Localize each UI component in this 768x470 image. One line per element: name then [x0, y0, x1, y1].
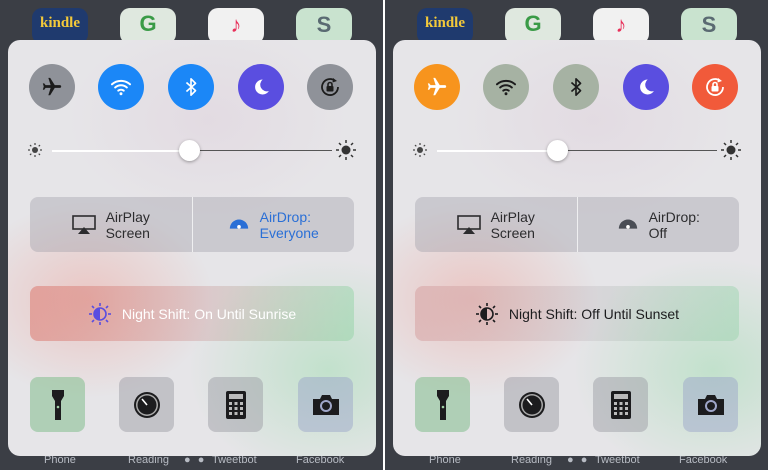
- slides-app-icon: S: [296, 8, 352, 44]
- kindle-app-icon: kindle: [417, 8, 473, 44]
- airplay-icon: [71, 214, 96, 234]
- airplay-label: AirPlay Screen: [490, 208, 535, 241]
- timer-icon: [133, 391, 160, 418]
- wifi-icon: [111, 79, 131, 96]
- night-shift-label: Night Shift: On Until Sunrise: [121, 305, 297, 322]
- brightness-thumb[interactable]: [178, 140, 200, 161]
- wifi-toggle[interactable]: [98, 64, 144, 110]
- camera-button[interactable]: [298, 377, 353, 432]
- brightness-high-icon: [336, 140, 356, 160]
- camera-icon: [697, 394, 724, 415]
- night-shift-button[interactable]: Night Shift: On Until Sunrise: [30, 286, 354, 341]
- brightness-slider[interactable]: [413, 140, 741, 162]
- control-center-screenshot-right: kindle G ♪ S Phone Reading ● ● Tweetbot …: [385, 0, 768, 470]
- flashlight-button[interactable]: [30, 377, 85, 432]
- night-shift-sun-icon: [475, 302, 498, 325]
- timer-button[interactable]: [504, 377, 559, 432]
- calculator-button[interactable]: [208, 377, 263, 432]
- control-center-card: AirPlay Screen AirDrop: Off Night Shift: O…: [393, 40, 761, 456]
- moon-icon: [640, 79, 654, 95]
- flashlight-icon: [51, 389, 64, 420]
- home-screen-apps: kindle G ♪ S: [0, 8, 383, 44]
- calculator-icon: [225, 390, 246, 419]
- camera-icon: [312, 394, 339, 415]
- airdrop-button[interactable]: AirDrop: Off: [576, 197, 740, 252]
- airdrop-icon: [618, 219, 637, 229]
- calculator-button[interactable]: [593, 377, 648, 432]
- brightness-low-icon: [413, 143, 427, 157]
- wifi-toggle[interactable]: [483, 64, 529, 110]
- night-shift-sun-icon: [88, 302, 111, 325]
- bluetooth-icon: [185, 78, 197, 96]
- music-app-icon: ♪: [593, 8, 649, 44]
- airplay-icon: [456, 214, 481, 234]
- flashlight-icon: [436, 389, 449, 420]
- brightness-track-empty: [557, 150, 717, 151]
- brightness-thumb[interactable]: [546, 140, 568, 161]
- night-shift-label: Night Shift: Off Until Sunset: [508, 305, 680, 322]
- airdrop-button[interactable]: AirDrop: Everyone: [191, 197, 355, 252]
- brightness-low-icon: [28, 143, 42, 157]
- airplane-mode-toggle[interactable]: [414, 64, 460, 110]
- brightness-track-filled: [52, 150, 190, 152]
- airdrop-label: AirDrop: Off: [648, 208, 700, 241]
- timer-button[interactable]: [119, 377, 174, 432]
- bluetooth-toggle[interactable]: [553, 64, 599, 110]
- google-maps-app-icon: G: [505, 8, 561, 44]
- rotation-lock-icon: [321, 78, 339, 96]
- share-controls: AirPlay Screen AirDrop: Everyone: [30, 197, 354, 252]
- do-not-disturb-toggle[interactable]: [238, 64, 284, 110]
- rotation-lock-icon: [706, 78, 724, 96]
- brightness-high-icon: [721, 140, 741, 160]
- brightness-slider[interactable]: [28, 140, 356, 162]
- do-not-disturb-toggle[interactable]: [623, 64, 669, 110]
- airplane-icon: [42, 77, 62, 96]
- rotation-lock-toggle[interactable]: [692, 64, 738, 110]
- airdrop-icon: [229, 219, 248, 229]
- share-controls: AirPlay Screen AirDrop: Off: [415, 197, 739, 252]
- bluetooth-toggle[interactable]: [168, 64, 214, 110]
- airplane-mode-toggle[interactable]: [29, 64, 75, 110]
- rotation-lock-toggle[interactable]: [307, 64, 353, 110]
- night-shift-button[interactable]: Night Shift: Off Until Sunset: [415, 286, 739, 341]
- airplane-icon: [427, 77, 447, 96]
- brightness-track-empty: [189, 150, 332, 151]
- camera-button[interactable]: [683, 377, 738, 432]
- music-app-icon: ♪: [208, 8, 264, 44]
- airplay-button[interactable]: AirPlay Screen: [30, 197, 192, 252]
- airdrop-label: AirDrop: Everyone: [259, 208, 319, 241]
- google-maps-app-icon: G: [120, 8, 176, 44]
- slides-app-icon: S: [681, 8, 737, 44]
- home-screen-apps: kindle G ♪ S: [385, 8, 768, 44]
- moon-icon: [255, 79, 269, 95]
- calculator-icon: [610, 390, 631, 419]
- airplay-label: AirPlay Screen: [105, 208, 150, 241]
- wifi-icon: [496, 79, 516, 96]
- control-center-card: AirPlay Screen AirDrop: Everyone Night Shi…: [8, 40, 376, 456]
- brightness-track-filled: [437, 150, 558, 152]
- airplay-button[interactable]: AirPlay Screen: [415, 197, 577, 252]
- kindle-app-icon: kindle: [32, 8, 88, 44]
- bluetooth-icon: [570, 78, 582, 96]
- timer-icon: [518, 391, 545, 418]
- flashlight-button[interactable]: [415, 377, 470, 432]
- control-center-screenshot-left: kindle G ♪ S Phone Reading ● ● Tweetbot …: [0, 0, 383, 470]
